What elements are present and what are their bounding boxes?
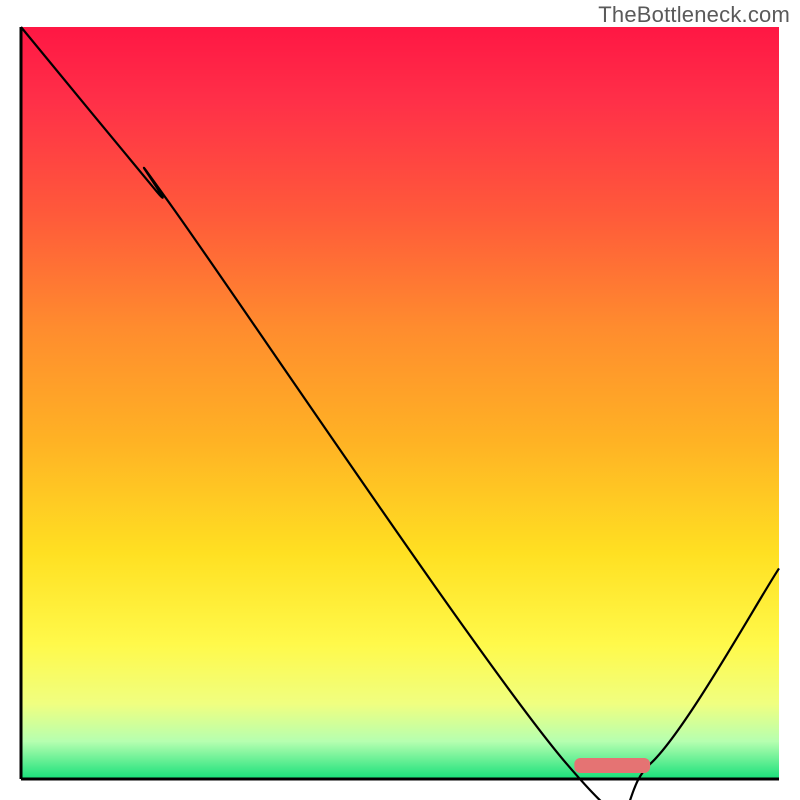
plot-background bbox=[21, 27, 779, 779]
bottleneck-chart bbox=[0, 0, 800, 800]
watermark-text: TheBottleneck.com bbox=[598, 2, 790, 28]
chart-stage: TheBottleneck.com bbox=[0, 0, 800, 800]
optimal-marker bbox=[574, 758, 650, 773]
